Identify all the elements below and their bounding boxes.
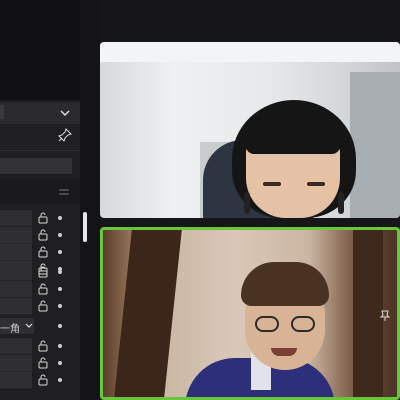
panel-divider <box>80 0 100 400</box>
dot <box>58 233 62 237</box>
value-field[interactable] <box>0 281 32 298</box>
panel-top-area <box>0 0 80 100</box>
mouth <box>271 348 297 356</box>
lock-icon[interactable] <box>37 266 49 278</box>
setting-a-row[interactable] <box>0 210 80 227</box>
dot <box>58 216 62 220</box>
panel-bar <box>0 158 72 174</box>
video-tile-participant-1[interactable] <box>100 42 400 218</box>
lock-icon[interactable] <box>37 212 49 224</box>
lock-icon[interactable] <box>37 357 49 369</box>
dot <box>58 344 62 348</box>
chevron-down-icon[interactable] <box>25 323 33 329</box>
menu-lines-icon[interactable] <box>58 188 70 196</box>
glasses-left <box>255 316 279 332</box>
dot <box>58 361 62 365</box>
value-field[interactable] <box>0 372 32 389</box>
lock-icon[interactable] <box>37 300 49 312</box>
value-field[interactable] <box>0 210 32 227</box>
dot <box>58 304 62 308</box>
setting-c-row[interactable] <box>0 355 80 372</box>
dot <box>58 287 62 291</box>
value-field[interactable] <box>0 227 32 244</box>
lock-icon[interactable] <box>37 229 49 241</box>
value-field[interactable] <box>0 264 32 281</box>
settings-panel: 一角 <box>0 0 80 400</box>
lock-icon[interactable] <box>37 283 49 295</box>
chevron-down-icon[interactable] <box>60 108 70 118</box>
setting-c-row[interactable] <box>0 372 80 389</box>
value-field[interactable] <box>0 298 32 315</box>
lock-icon[interactable] <box>37 374 49 386</box>
dot <box>58 250 62 254</box>
glasses-right <box>291 316 315 332</box>
lock-icon[interactable] <box>37 246 49 258</box>
pin-icon[interactable] <box>58 128 72 142</box>
headphone-left <box>244 192 250 214</box>
value-field[interactable] <box>0 338 32 355</box>
eye-right <box>307 182 325 186</box>
dropdown-select[interactable]: 一角 <box>0 318 34 335</box>
dot <box>58 378 62 382</box>
dot <box>58 270 62 274</box>
value-field[interactable] <box>0 244 32 261</box>
lock-icon[interactable] <box>37 340 49 352</box>
dot <box>58 324 62 328</box>
setting-b-row[interactable] <box>0 264 80 281</box>
headphone-right <box>338 192 344 214</box>
setting-a-row[interactable] <box>0 227 80 244</box>
pin-icon <box>379 310 391 321</box>
setting-a-row[interactable] <box>0 244 80 261</box>
hair <box>241 262 329 306</box>
value-field[interactable] <box>0 355 32 372</box>
setting-c-row[interactable] <box>0 338 80 355</box>
dropdown-value: 一角 <box>0 324 20 335</box>
setting-b-row[interactable] <box>0 281 80 298</box>
resize-handle[interactable] <box>83 212 87 242</box>
setting-b-row[interactable] <box>0 298 80 315</box>
video-tile-participant-2-active[interactable] <box>100 227 400 400</box>
dropdown-row[interactable] <box>0 102 80 124</box>
eye-left <box>263 182 281 186</box>
